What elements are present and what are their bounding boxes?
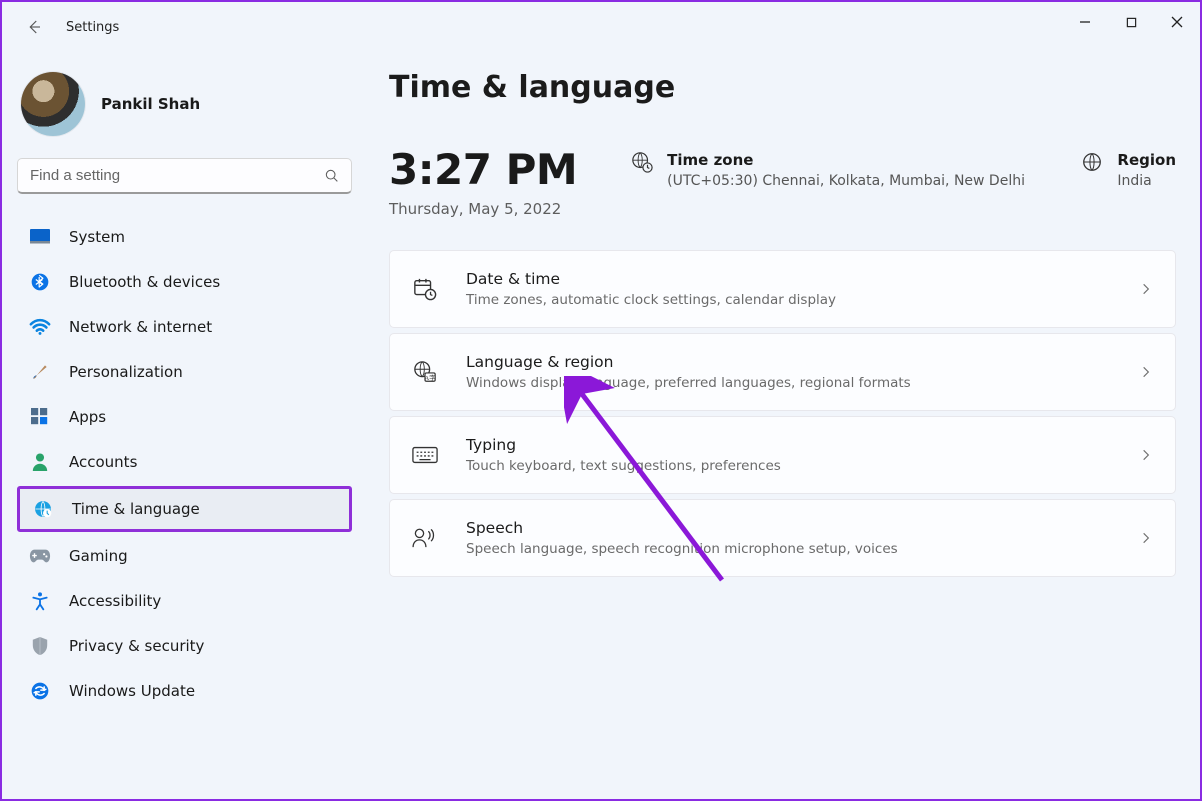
region-value: India [1117, 173, 1176, 189]
titlebar: Settings [2, 2, 1200, 52]
speech-icon [412, 525, 438, 551]
clock-time: 3:27 PM [389, 145, 577, 194]
sync-icon [29, 680, 51, 702]
setting-desc: Speech language, speech recognition micr… [466, 541, 898, 557]
sidebar-item-label: Network & internet [69, 318, 212, 336]
user-name: Pankil Shah [101, 95, 200, 113]
sidebar-item-privacy[interactable]: Privacy & security [17, 625, 352, 667]
clock-globe-icon [32, 498, 54, 520]
chevron-right-icon [1139, 448, 1153, 462]
sidebar-item-label: Windows Update [69, 682, 195, 700]
settings-list: Date & time Time zones, automatic clock … [389, 250, 1176, 577]
app-title: Settings [66, 20, 119, 35]
setting-speech[interactable]: Speech Speech language, speech recogniti… [389, 499, 1176, 577]
avatar [21, 72, 85, 136]
region-card[interactable]: Region India [1081, 145, 1176, 189]
sidebar-item-network[interactable]: Network & internet [17, 306, 352, 348]
sidebar-item-label: System [69, 228, 125, 246]
search-wrapper [17, 158, 352, 194]
sidebar-item-label: Accessibility [69, 592, 161, 610]
brush-icon [29, 361, 51, 383]
setting-desc: Touch keyboard, text suggestions, prefer… [466, 458, 781, 474]
timezone-card[interactable]: Time zone (UTC+05:30) Chennai, Kolkata, … [631, 145, 1025, 189]
setting-desc: Time zones, automatic clock settings, ca… [466, 292, 836, 308]
sidebar-item-accounts[interactable]: Accounts [17, 441, 352, 483]
sidebar-item-label: Bluetooth & devices [69, 273, 220, 291]
sidebar-item-gaming[interactable]: Gaming [17, 535, 352, 577]
maximize-button[interactable] [1108, 2, 1154, 42]
sidebar: Pankil Shah System Bluetooth & devices N… [2, 52, 367, 799]
sidebar-item-system[interactable]: System [17, 216, 352, 258]
profile-block[interactable]: Pankil Shah [17, 62, 352, 158]
sidebar-item-label: Gaming [69, 547, 128, 565]
main-content: Time & language 3:27 PM Thursday, May 5,… [367, 52, 1200, 799]
sidebar-item-label: Personalization [69, 363, 183, 381]
keyboard-icon [412, 442, 438, 468]
setting-title: Typing [466, 436, 781, 454]
setting-language-region[interactable]: A字 Language & region Windows display lan… [389, 333, 1176, 411]
sidebar-item-label: Apps [69, 408, 106, 426]
sidebar-item-label: Time & language [72, 500, 200, 518]
page-title: Time & language [389, 70, 1176, 105]
chevron-right-icon [1139, 282, 1153, 296]
sidebar-item-windows-update[interactable]: Windows Update [17, 670, 352, 712]
search-icon [324, 168, 340, 184]
chevron-right-icon [1139, 365, 1153, 379]
wifi-icon [29, 316, 51, 338]
sidebar-item-time-language[interactable]: Time & language [17, 486, 352, 532]
arrow-left-icon [25, 18, 43, 36]
window-controls [1062, 2, 1200, 42]
accessibility-icon [29, 590, 51, 612]
sidebar-item-accessibility[interactable]: Accessibility [17, 580, 352, 622]
region-label: Region [1117, 151, 1176, 169]
shield-icon [29, 635, 51, 657]
close-button[interactable] [1154, 2, 1200, 42]
setting-date-time[interactable]: Date & time Time zones, automatic clock … [389, 250, 1176, 328]
person-icon [29, 451, 51, 473]
setting-title: Date & time [466, 270, 836, 288]
apps-icon [29, 406, 51, 428]
timezone-value: (UTC+05:30) Chennai, Kolkata, Mumbai, Ne… [667, 173, 1025, 189]
clock-globe-icon [631, 151, 653, 173]
setting-typing[interactable]: Typing Touch keyboard, text suggestions,… [389, 416, 1176, 494]
setting-desc: Windows display language, preferred lang… [466, 375, 911, 391]
bluetooth-icon [29, 271, 51, 293]
timezone-label: Time zone [667, 151, 1025, 169]
sidebar-item-bluetooth[interactable]: Bluetooth & devices [17, 261, 352, 303]
search-input[interactable] [17, 158, 352, 194]
back-button[interactable] [22, 15, 46, 39]
language-globe-icon: A字 [412, 359, 438, 385]
sidebar-item-personalization[interactable]: Personalization [17, 351, 352, 393]
system-icon [29, 226, 51, 248]
hero-bar: 3:27 PM Thursday, May 5, 2022 Time zone … [389, 145, 1176, 218]
setting-title: Speech [466, 519, 898, 537]
setting-title: Language & region [466, 353, 911, 371]
calendar-clock-icon [412, 276, 438, 302]
chevron-right-icon [1139, 531, 1153, 545]
nav-list: System Bluetooth & devices Network & int… [17, 216, 352, 712]
sidebar-item-label: Privacy & security [69, 637, 204, 655]
gamepad-icon [29, 545, 51, 567]
sidebar-item-apps[interactable]: Apps [17, 396, 352, 438]
sidebar-item-label: Accounts [69, 453, 137, 471]
svg-text:A字: A字 [425, 373, 436, 382]
clock-block: 3:27 PM Thursday, May 5, 2022 [389, 145, 577, 218]
minimize-button[interactable] [1062, 2, 1108, 42]
clock-date: Thursday, May 5, 2022 [389, 200, 577, 218]
globe-icon [1081, 151, 1103, 173]
